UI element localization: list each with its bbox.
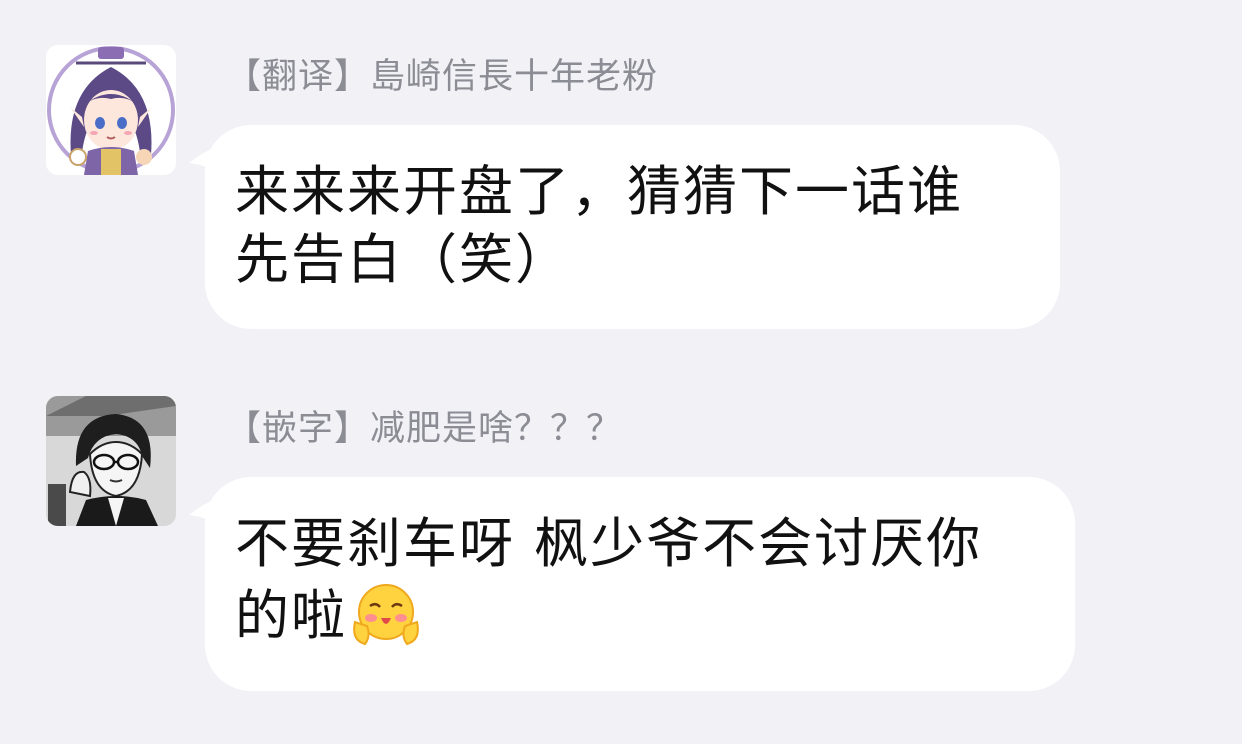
avatar[interactable] (46, 396, 176, 526)
chat-message: 【翻译】島崎信長十年老粉 来来来开盘了，猜猜下一话谁 先告白（笑） (0, 0, 1242, 340)
blushing-emoji-icon (353, 584, 419, 646)
message-line-with-emoji: 的啦 (235, 578, 982, 650)
message-line: 先告白（笑） (235, 228, 571, 291)
sender-name[interactable]: 【翻译】島崎信長十年老粉 (226, 48, 658, 99)
message-line: 不要刹车呀 枫少爷不会讨厌你 (235, 512, 983, 575)
manga-avatar-icon (46, 396, 176, 526)
bubble-tail (189, 145, 227, 181)
chat-message: 【嵌字】减肥是啥？？？ 不要刹车呀 枫少爷不会讨厌你 的啦 (0, 380, 1242, 720)
message-text: 不要刹车呀 枫少爷不会讨厌你 的啦 (235, 510, 982, 650)
bubble-tail (189, 497, 227, 533)
message-text: 来来来开盘了，猜猜下一话谁 先告白（笑） (235, 158, 963, 294)
message-line: 来来来开盘了，猜猜下一话谁 (235, 160, 963, 223)
avatar[interactable] (46, 45, 176, 175)
message-line: 的啦 (235, 584, 347, 647)
anime-avatar-icon (47, 46, 175, 175)
message-bubble[interactable]: 不要刹车呀 枫少爷不会讨厌你 的啦 (189, 477, 1075, 691)
sender-name[interactable]: 【嵌字】减肥是啥？？？ (226, 400, 622, 451)
message-bubble[interactable]: 来来来开盘了，猜猜下一话谁 先告白（笑） (189, 125, 1060, 329)
